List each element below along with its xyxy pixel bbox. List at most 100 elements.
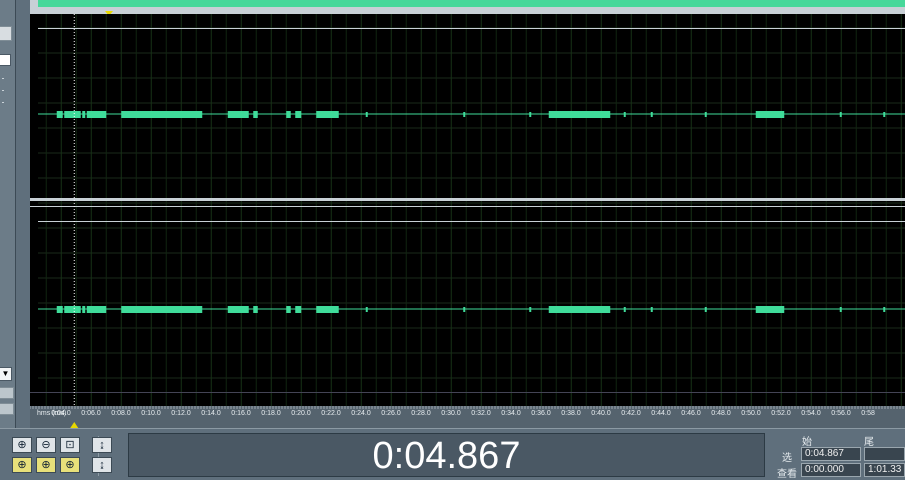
panel-tab-2[interactable]	[0, 403, 14, 415]
panel-checkbox[interactable]	[0, 54, 11, 66]
zoom-in-vertical-button[interactable]: ↨	[92, 437, 112, 453]
timeline-tick-label: 0:52.0	[771, 410, 791, 417]
waveform-segment	[121, 111, 203, 118]
waveform-segment	[295, 111, 302, 118]
waveform-blip	[365, 112, 368, 117]
waveform-blip	[883, 307, 886, 312]
timeline-tick-label: 0:30.0	[441, 410, 461, 417]
selection-end-field[interactable]	[864, 447, 905, 461]
waveform-blip	[839, 307, 842, 312]
waveform-segment	[227, 111, 249, 118]
zoom-to-selection-button[interactable]: ⊕	[12, 457, 32, 473]
panel-dot	[2, 90, 4, 91]
waveform-blip	[577, 112, 580, 117]
waveform-blip	[650, 307, 653, 312]
timeline-tick-label: 0:58	[861, 410, 875, 417]
selection-start-field[interactable]: 0:04.867	[801, 447, 861, 461]
zoom-full-button[interactable]: ⊡	[60, 437, 80, 453]
selection-row-label: 选	[782, 453, 792, 464]
waveform-segment	[548, 111, 611, 118]
waveform-segment	[253, 111, 258, 118]
current-time-display: 0:04.867	[128, 433, 765, 477]
channel-separator	[30, 198, 905, 201]
waveform-segment	[755, 111, 785, 118]
waveform-canvas[interactable]: hms (ms)0:04.0 0:06.0 0:08.0 0:10.0 0:12.0 0:…	[30, 14, 905, 428]
waveform-area[interactable]: hms (ms) 0:04.0 0:06.0 0:08.0 0:10.0 0:12.0 0:…	[30, 14, 905, 428]
timeline-tick-label: 0:10.0	[141, 410, 161, 417]
panel-dot	[2, 78, 4, 79]
waveform-segment	[548, 306, 611, 313]
zoom-left-button[interactable]: ⊕	[36, 457, 56, 473]
waveform-segment	[64, 306, 81, 313]
waveform-segment	[86, 111, 107, 118]
timeline-tick-label: 0:44.0	[651, 410, 671, 417]
timeline-tick-label: 0:54.0	[801, 410, 821, 417]
waveform-segment	[316, 306, 339, 313]
timeline-tick-label: 0:18.0	[261, 410, 281, 417]
timeline-tick-label: 0:16.0	[231, 410, 251, 417]
waveform-segment	[755, 306, 785, 313]
timeline-tick-label: 0:38.0	[561, 410, 581, 417]
zoom-in-horizontal-button[interactable]: ⊕	[12, 437, 32, 453]
timeline-tick-label: 0:40.0	[591, 410, 611, 417]
timeline-tick-label: 0:28.0	[411, 410, 431, 417]
waveform-segment	[56, 306, 63, 313]
left-panel: ▼	[0, 0, 16, 428]
panel-tab-1[interactable]	[0, 387, 14, 399]
timeline-tick-label: 0:06.0	[81, 410, 101, 417]
timeline-tick-label: 0:24.0	[351, 410, 371, 417]
view-row-label: 查看	[777, 469, 797, 480]
view-end-field[interactable]: 1:01.33	[864, 463, 905, 477]
timeline-tick-label: 0:36.0	[531, 410, 551, 417]
timeline-tick-label: 0:34.0	[501, 410, 521, 417]
selection-end-header: 尾	[864, 437, 874, 448]
timeline-tick-label: 0:04.0	[51, 410, 71, 417]
waveform-blip	[529, 307, 532, 312]
waveform-blip	[529, 112, 532, 117]
waveform-segment	[82, 306, 86, 313]
timeline-tick-label: 0:50.0	[741, 410, 761, 417]
waveform-blip	[365, 307, 368, 312]
waveform-blip	[704, 307, 707, 312]
waveform-segment	[82, 111, 86, 118]
overview-range[interactable]	[38, 0, 905, 7]
timeline-tick-label: 0:22.0	[321, 410, 341, 417]
panel-dot	[2, 102, 4, 103]
zoom-out-horizontal-button[interactable]: ⊖	[36, 437, 56, 453]
waveform-segment	[286, 306, 291, 313]
timeline-tick-label: 0:08.0	[111, 410, 131, 417]
waveform-blip	[577, 307, 580, 312]
waveform-segment	[56, 111, 63, 118]
channel-1-top-border	[38, 28, 905, 29]
channel-separator	[30, 206, 905, 207]
waveform-blip	[650, 112, 653, 117]
zoom-controls: ⊕ ⊖ ⊡ ⊕ ⊕ ⊕ ↨ ↨	[12, 436, 122, 476]
waveform-blip	[623, 307, 626, 312]
waveform-segment	[253, 306, 258, 313]
zoom-out-vertical-button[interactable]: ↨	[92, 457, 112, 473]
channel-2-top-border	[38, 221, 905, 222]
waveform-blip	[704, 112, 707, 117]
channel-2-bottom-border	[30, 392, 905, 393]
waveform-blip	[463, 112, 466, 117]
panel-dropdown[interactable]: ▼	[0, 367, 12, 381]
timeline-tick-label: 0:12.0	[171, 410, 191, 417]
waveform-segment	[64, 111, 81, 118]
status-bar: ⊕ ⊖ ⊡ ⊕ ⊕ ⊕ ↨ ↨ 0:04.867 始 尾 选 查看 0:04.867 0:00…	[0, 428, 905, 480]
waveform-blip	[623, 112, 626, 117]
selection-panel: 始 尾 选 查看 0:04.867 0:00.000 1:01.33	[768, 431, 905, 480]
view-start-field[interactable]: 0:00.000	[801, 463, 861, 477]
waveform-segment	[295, 306, 302, 313]
timeline-tick-label: 0:42.0	[621, 410, 641, 417]
zoom-right-button[interactable]: ⊕	[60, 457, 80, 473]
timeline-tick-label: 0:26.0	[381, 410, 401, 417]
timeline-tick-label: 0:56.0	[831, 410, 851, 417]
timeline-tick-label: 0:48.0	[711, 410, 731, 417]
waveform-blip	[839, 112, 842, 117]
waveform-segment	[121, 306, 203, 313]
timeline-tick-label: 0:20.0	[291, 410, 311, 417]
waveform-segment	[286, 111, 291, 118]
panel-toggle-button[interactable]	[0, 26, 12, 41]
timeline-tick-label: 0:14.0	[201, 410, 221, 417]
selection-start-header: 始	[802, 437, 812, 448]
